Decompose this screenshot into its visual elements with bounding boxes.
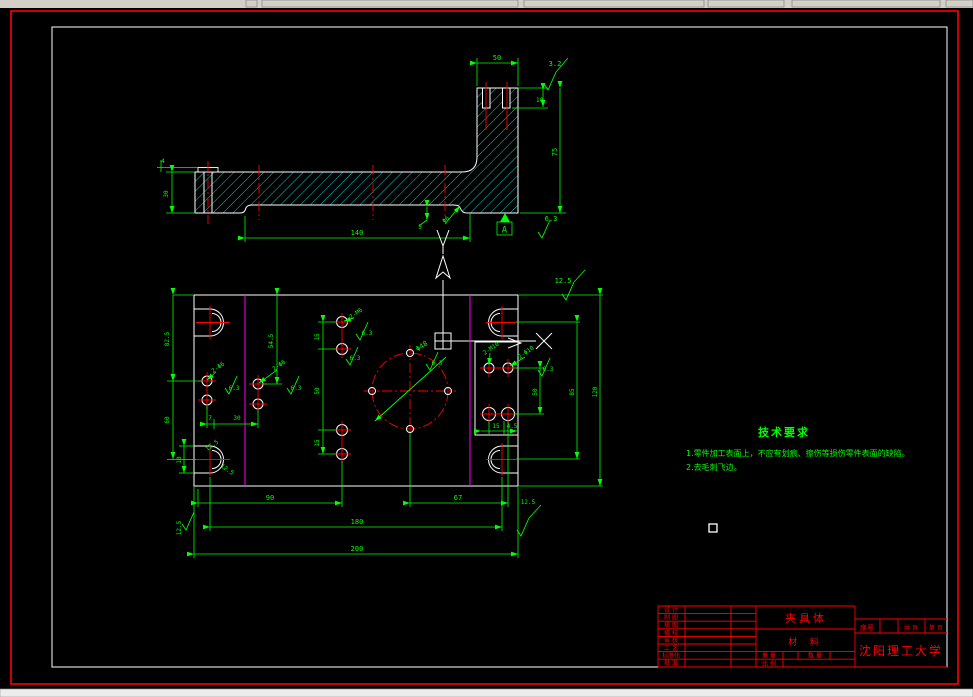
dimension-text: 15 [314, 439, 321, 447]
grip-point [708, 523, 718, 533]
dimension-text: 6.3 [229, 385, 240, 392]
dimension-text: 6.3 [432, 360, 443, 367]
dimension-text: 4 [161, 158, 165, 165]
row-label: 批 准 [664, 659, 678, 667]
signature-rows: 设 计 制 图 描 图 描 校 审 核 工 艺 标准化 批 准 [662, 606, 680, 667]
school-name: 沈阳理工大学 [859, 643, 943, 658]
dimension-text: 120 [592, 386, 599, 397]
dimension-text: 10 [536, 97, 544, 104]
tech-requirements-title: 技术要求 [758, 425, 810, 439]
dimension-text: 12.5 [555, 277, 572, 285]
toolbar-panel-1[interactable] [261, 0, 519, 8]
row-label: 描 图 [664, 621, 678, 629]
row-label: 标准化 [662, 652, 680, 660]
dimension-text: 6.3 [543, 366, 554, 373]
toolbar-grip[interactable] [245, 0, 258, 8]
dimension-text: 15 [492, 423, 500, 430]
dimension-text: 50 [314, 387, 321, 395]
dimension-text: 7 [208, 415, 212, 422]
dimension-text: 180 [351, 518, 364, 526]
row-label: 制 图 [664, 614, 678, 622]
dimension-text: 90 [266, 494, 274, 502]
toolbar-panel-2[interactable] [523, 0, 705, 8]
dimension-text: 60 [164, 416, 171, 424]
pages-total-label: 共 页 [904, 624, 918, 632]
dimension-text: 67 [454, 494, 462, 502]
dimension-text: 75 [551, 148, 559, 156]
row-label: 工 艺 [664, 644, 678, 652]
dimension-text: 6.3 [362, 330, 373, 337]
dimension-text: 3.2 [549, 60, 562, 68]
row-label: 设 计 [664, 606, 678, 614]
dimension-text: 50 [532, 388, 539, 396]
page-label: 第 页 [929, 624, 943, 632]
dimension-text: 6.3 [545, 215, 558, 223]
dimension-text: 30 [163, 190, 170, 198]
dimension-text: 54.5 [268, 333, 275, 348]
dimension-text: 15 [314, 333, 321, 341]
dimension-text: 6.3 [350, 355, 361, 362]
dimension-text: 10 [176, 456, 183, 464]
datum-label: A [502, 226, 508, 236]
dimension-text: 82.5 [164, 331, 171, 346]
slot-hole [502, 87, 511, 109]
dimension-text: 6.3 [291, 385, 302, 392]
dimension-text: 85 [569, 388, 576, 396]
row-label: 描 校 [664, 629, 678, 637]
dimension-text: 50 [493, 54, 501, 62]
top-toolbar [0, 0, 973, 8]
dimension-text: 5 [418, 224, 422, 231]
toolbar-panel-3[interactable] [707, 0, 785, 8]
material-label: 材 料 [788, 636, 824, 648]
toolbar-panel-4[interactable] [791, 0, 941, 8]
dimension-text: 12.5 [176, 520, 183, 535]
dimension-text: 4.5 [507, 423, 518, 430]
quantity-label: 数 量 [808, 652, 822, 660]
toolbar-panel-5[interactable] [945, 0, 973, 8]
dimension-text: 12.5 [521, 499, 536, 506]
dimension-text: 200 [351, 545, 364, 553]
cad-drawing-canvas[interactable]: A 技术要求 1.零件加工表面上，不应有划痕、擦伤等损伤零件表面的缺陷。 2.去… [0, 0, 973, 697]
tech-requirement-item: 1.零件加工表面上，不应有划痕、擦伤等损伤零件表面的缺陷。 [686, 448, 910, 458]
tech-requirement-item: 2.去毛刺飞边。 [686, 462, 742, 472]
dimension-text: 30 [233, 415, 241, 422]
weight-label: 重 量 [762, 652, 776, 660]
scale-label: 比 例 [762, 660, 776, 668]
dimension-text: 140 [351, 229, 364, 237]
serial-label: 序号 [860, 623, 874, 632]
row-label: 审 核 [664, 636, 678, 644]
bottom-bar [0, 688, 973, 697]
part-name: 夹具体 [785, 611, 827, 625]
